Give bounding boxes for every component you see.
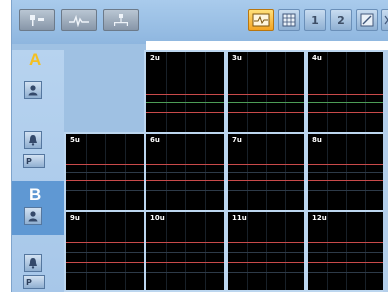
person-a-button[interactable] — [24, 81, 42, 99]
p-b-label: P — [26, 277, 32, 287]
p-a-button[interactable]: P — [23, 154, 45, 168]
page-margin — [0, 282, 11, 298]
channel-label: 11u — [232, 214, 247, 222]
network-tool-button[interactable] — [103, 9, 139, 31]
toolbar: 1 2 — [12, 0, 388, 44]
channel-label: 10u — [150, 214, 165, 222]
person-icon — [28, 211, 38, 222]
channel-label: 8u — [312, 136, 322, 144]
bell-icon — [29, 135, 37, 146]
channel-label: 6u — [150, 136, 160, 144]
p-b-button[interactable]: P — [23, 275, 45, 289]
channel-cell[interactable]: 8u — [306, 132, 386, 212]
view-2-button[interactable]: 2 — [330, 9, 352, 31]
right-info-panel — [383, 50, 388, 292]
probe-tool-button[interactable] — [19, 9, 55, 31]
probe-icon — [30, 15, 44, 26]
channel-label: 2u — [150, 54, 160, 62]
more-toolbar-button[interactable] — [381, 9, 388, 31]
channel-label: 9u — [70, 214, 80, 222]
channel-cell[interactable]: 10u — [144, 210, 226, 292]
waveform-tool-button[interactable] — [61, 9, 97, 31]
waveform-view-icon — [252, 13, 270, 27]
channel-cell[interactable]: 5u — [64, 132, 146, 212]
edit-view-button[interactable] — [356, 9, 378, 31]
channel-cell[interactable]: 2u — [144, 50, 226, 134]
channel-cell[interactable]: 6u — [144, 132, 226, 212]
person-icon — [28, 85, 38, 96]
grid-view-icon — [282, 13, 296, 27]
waveform-view-button[interactable] — [248, 9, 274, 31]
waveform-icon — [69, 14, 89, 27]
channel-label: 5u — [70, 136, 80, 144]
bell-b-button[interactable] — [24, 254, 42, 272]
channel-label: 3u — [232, 54, 242, 62]
network-icon — [114, 14, 128, 26]
channel-grid: 2u 3u 4u 5u 6u 7u 8u 9u 10u 11u 12u — [64, 50, 386, 292]
edit-icon — [360, 13, 374, 27]
channel-cell[interactable]: 4u — [306, 50, 386, 134]
channel-cell[interactable]: 9u — [64, 210, 146, 292]
section-a-letter: A — [29, 50, 42, 69]
view-2-label: 2 — [337, 13, 345, 27]
channel-cell[interactable]: 12u — [306, 210, 386, 292]
channel-cell[interactable]: 11u — [226, 210, 306, 292]
bell-icon — [29, 258, 37, 269]
left-control-panel: A P B P — [12, 50, 64, 292]
chevron-icon — [384, 15, 388, 25]
section-b-letter: B — [29, 185, 42, 204]
channel-label: 12u — [312, 214, 327, 222]
channel-label: 4u — [312, 54, 322, 62]
channel-cell[interactable]: 7u — [226, 132, 306, 212]
channel-label: 7u — [232, 136, 242, 144]
status-strip — [146, 41, 388, 50]
view-1-label: 1 — [311, 13, 319, 27]
p-a-label: P — [26, 156, 32, 166]
channel-cell[interactable]: 3u — [226, 50, 306, 134]
monitor-app: 1 2 A P B P 2u 3u 4u 5u 6u 7u 8u 9u 10u … — [11, 0, 388, 292]
person-b-button[interactable] — [24, 207, 42, 225]
grid-view-button[interactable] — [278, 9, 300, 31]
bell-a-button[interactable] — [24, 131, 42, 149]
view-1-button[interactable]: 1 — [304, 9, 326, 31]
